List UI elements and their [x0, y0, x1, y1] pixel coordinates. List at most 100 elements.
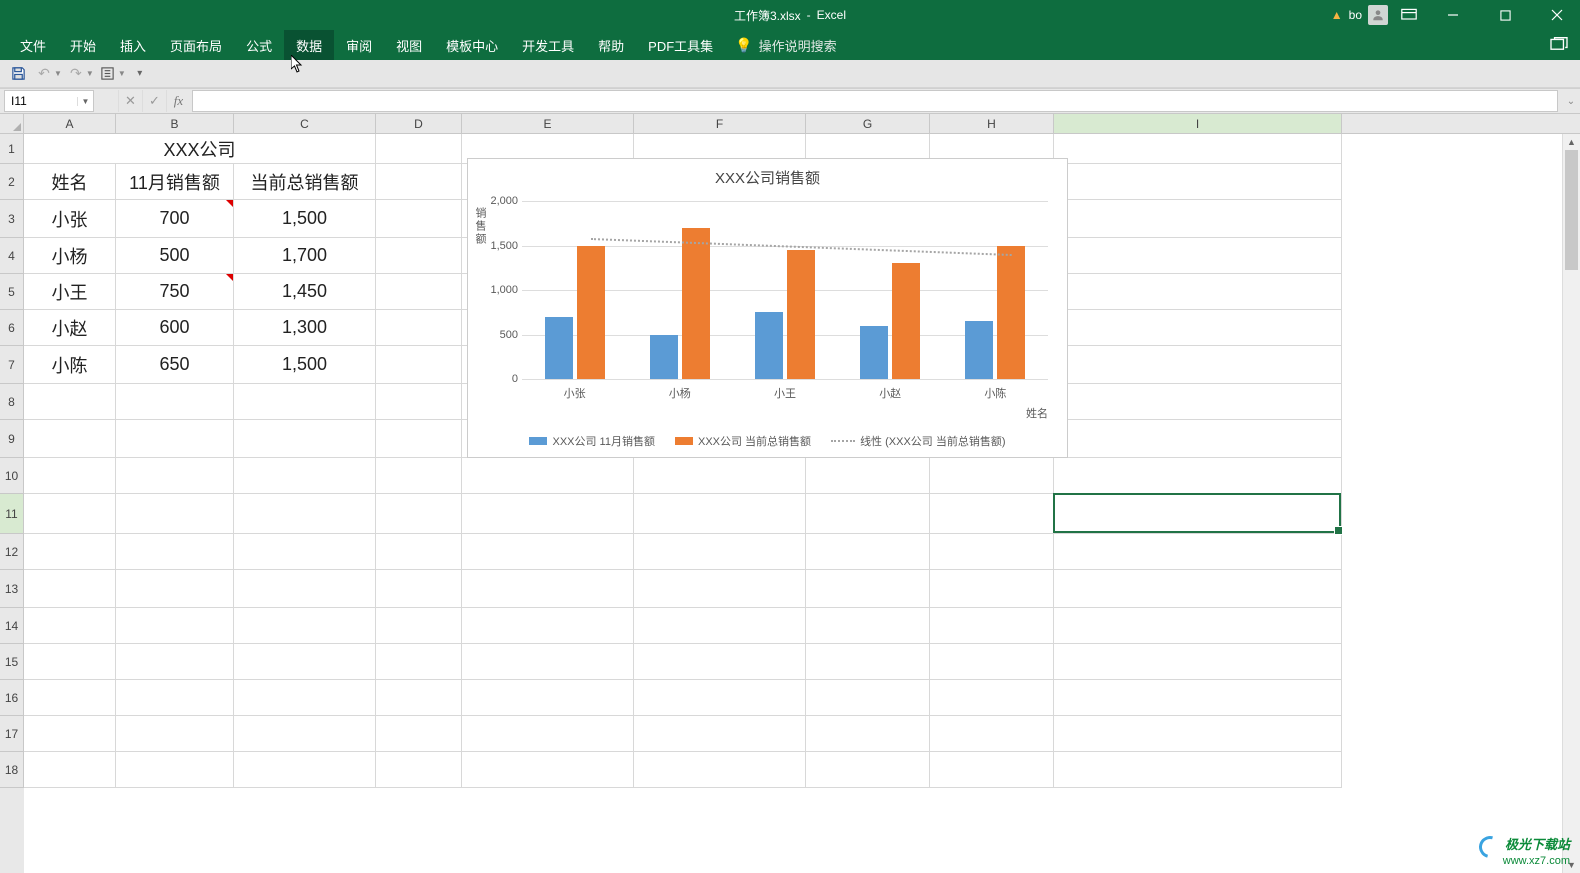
embedded-chart[interactable]: XXX公司销售额 销售额 姓名 05001,0001,5002,000小张小杨小…	[467, 158, 1068, 458]
menu-数据[interactable]: 数据	[284, 30, 334, 60]
cell[interactable]	[234, 608, 376, 644]
cell[interactable]	[930, 752, 1054, 788]
cell[interactable]	[806, 644, 930, 680]
cell[interactable]	[806, 534, 930, 570]
cell[interactable]	[806, 570, 930, 608]
cell[interactable]	[24, 608, 116, 644]
cell[interactable]	[376, 384, 462, 420]
cell[interactable]: 1,700	[234, 238, 376, 274]
cell[interactable]	[1054, 644, 1342, 680]
cell[interactable]	[462, 716, 634, 752]
cell[interactable]: 1,500	[234, 346, 376, 384]
cell[interactable]	[1054, 680, 1342, 716]
column-header-A[interactable]: A	[24, 114, 116, 133]
cell[interactable]	[234, 570, 376, 608]
cell[interactable]	[930, 570, 1054, 608]
cell[interactable]: 小赵	[24, 310, 116, 346]
cell[interactable]	[376, 310, 462, 346]
cell[interactable]	[376, 680, 462, 716]
cell[interactable]	[634, 534, 806, 570]
cell[interactable]: 当前总销售额	[234, 164, 376, 200]
cell[interactable]	[234, 534, 376, 570]
cell[interactable]	[930, 680, 1054, 716]
cell[interactable]	[24, 570, 116, 608]
cell[interactable]	[116, 680, 234, 716]
cell[interactable]	[376, 134, 462, 164]
cell[interactable]	[234, 680, 376, 716]
row-header-15[interactable]: 15	[0, 644, 24, 680]
cell[interactable]	[116, 570, 234, 608]
cell[interactable]	[24, 420, 116, 458]
cell[interactable]: 650	[116, 346, 234, 384]
cell[interactable]: 750	[116, 274, 234, 310]
scrollbar-thumb[interactable]	[1565, 150, 1578, 270]
menu-模板中心[interactable]: 模板中心	[434, 30, 510, 60]
cell[interactable]: 小张	[24, 200, 116, 238]
cell[interactable]	[930, 644, 1054, 680]
user-avatar-icon[interactable]	[1368, 5, 1388, 25]
row-header-16[interactable]: 16	[0, 680, 24, 716]
cell[interactable]	[1054, 134, 1342, 164]
cell[interactable]	[806, 608, 930, 644]
cell[interactable]	[116, 534, 234, 570]
cell[interactable]	[376, 420, 462, 458]
row-header-9[interactable]: 9	[0, 420, 24, 458]
cell[interactable]	[1054, 420, 1342, 458]
cell[interactable]	[634, 644, 806, 680]
enter-formula-icon[interactable]: ✓	[142, 90, 166, 112]
cell[interactable]: 500	[116, 238, 234, 274]
vertical-scrollbar[interactable]: ▲ ▼	[1562, 134, 1580, 873]
row-header-3[interactable]: 3	[0, 200, 24, 238]
column-header-I[interactable]: I	[1054, 114, 1342, 133]
row-header-6[interactable]: 6	[0, 310, 24, 346]
cell[interactable]	[116, 716, 234, 752]
cell[interactable]	[634, 458, 806, 494]
cell[interactable]	[930, 716, 1054, 752]
cell[interactable]	[1054, 164, 1342, 200]
cell[interactable]	[24, 752, 116, 788]
cell[interactable]	[376, 274, 462, 310]
fx-icon[interactable]: fx	[166, 90, 190, 112]
cell[interactable]	[1054, 274, 1342, 310]
cell[interactable]	[24, 644, 116, 680]
cell[interactable]	[376, 238, 462, 274]
cell[interactable]	[462, 680, 634, 716]
cell[interactable]: 700	[116, 200, 234, 238]
cell[interactable]	[462, 534, 634, 570]
touch-mode-icon[interactable]	[96, 62, 120, 86]
name-box-dropdown-icon[interactable]: ▼	[77, 97, 93, 106]
cell[interactable]	[116, 644, 234, 680]
redo-icon[interactable]: ↷	[64, 62, 88, 86]
minimize-button[interactable]	[1430, 0, 1476, 30]
cell[interactable]	[24, 384, 116, 420]
cell[interactable]	[116, 608, 234, 644]
cell[interactable]	[634, 570, 806, 608]
cell[interactable]	[1054, 534, 1342, 570]
customize-qat-icon[interactable]: ▾	[128, 62, 152, 86]
name-box[interactable]	[5, 91, 77, 111]
cell[interactable]	[806, 752, 930, 788]
row-header-18[interactable]: 18	[0, 752, 24, 788]
menu-页面布局[interactable]: 页面布局	[158, 30, 234, 60]
menu-插入[interactable]: 插入	[108, 30, 158, 60]
cell[interactable]	[462, 608, 634, 644]
cell[interactable]	[376, 346, 462, 384]
row-header-11[interactable]: 11	[0, 494, 24, 534]
menu-文件[interactable]: 文件	[8, 30, 58, 60]
cell[interactable]	[462, 644, 634, 680]
row-header-12[interactable]: 12	[0, 534, 24, 570]
cell[interactable]	[376, 644, 462, 680]
cell[interactable]	[806, 494, 930, 534]
cell[interactable]	[376, 534, 462, 570]
column-header-B[interactable]: B	[116, 114, 234, 133]
cell[interactable]	[806, 458, 930, 494]
cell[interactable]	[234, 716, 376, 752]
tell-me-search[interactable]: 💡 操作说明搜索	[725, 36, 846, 55]
cell[interactable]	[1054, 570, 1342, 608]
cell[interactable]	[634, 716, 806, 752]
row-header-14[interactable]: 14	[0, 608, 24, 644]
cell[interactable]: 小王	[24, 274, 116, 310]
cell[interactable]	[806, 680, 930, 716]
menu-开始[interactable]: 开始	[58, 30, 108, 60]
row-header-2[interactable]: 2	[0, 164, 24, 200]
